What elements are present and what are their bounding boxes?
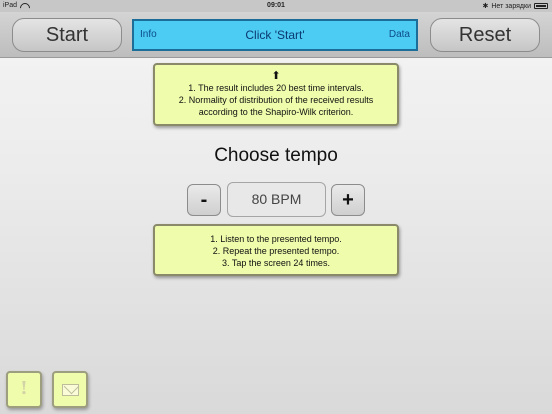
charging-label: Нет зарядки xyxy=(491,2,531,10)
note-line: 1. Listen to the presented tempo. xyxy=(210,234,342,244)
tempo-title: Choose tempo xyxy=(214,145,338,166)
note-line: 2. Repeat the presented tempo. xyxy=(212,246,340,256)
mail-icon xyxy=(62,384,79,396)
status-display: Info Click 'Start' Data xyxy=(132,19,418,51)
mail-button[interactable] xyxy=(52,371,88,408)
data-link[interactable]: Data xyxy=(389,29,410,40)
tempo-decrease-button[interactable]: - xyxy=(187,184,221,216)
reset-button[interactable]: Reset xyxy=(430,18,540,52)
note-line: 3. Tap the screen 24 times. xyxy=(222,258,330,268)
tempo-value-display: 80 BPM xyxy=(227,182,326,217)
status-time: 09:01 xyxy=(267,2,285,9)
status-right: ✱ Нет зарядки xyxy=(482,2,548,10)
result-info-note: ⬆ 1. The result includes 20 best time in… xyxy=(153,63,399,126)
note-line: according to the Shapiro-Wilk criterion. xyxy=(198,107,354,117)
start-button[interactable]: Start xyxy=(12,18,122,52)
instructions-note: 1. Listen to the presented tempo. 2. Rep… xyxy=(153,224,399,276)
tempo-increase-button[interactable]: + xyxy=(331,184,365,216)
battery-icon xyxy=(534,3,548,9)
arrow-up-icon: ⬆ xyxy=(271,70,281,82)
display-message: Click 'Start' xyxy=(245,28,305,42)
note-line: 2. Normality of distribution of the rece… xyxy=(178,95,374,105)
status-bar: iPad 09:01 ✱ Нет зарядки xyxy=(0,0,552,12)
note-line: 1. The result includes 20 best time inte… xyxy=(188,83,364,93)
exclamation-icon: ! xyxy=(20,378,28,399)
info-button[interactable]: ! xyxy=(6,371,42,408)
top-toolbar: Start Info Click 'Start' Data Reset xyxy=(0,12,552,58)
bluetooth-icon: ✱ xyxy=(482,3,489,10)
